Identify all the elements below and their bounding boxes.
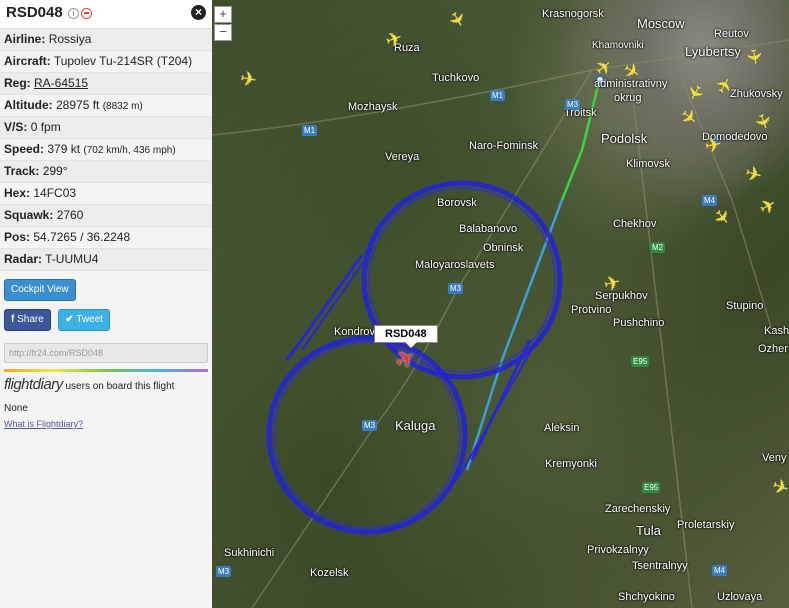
panel-header: RSD048 i × bbox=[0, 0, 212, 29]
highway-badge: E95 bbox=[631, 356, 650, 367]
city-label: Aleksin bbox=[544, 422, 580, 434]
flight-id: RSD048 bbox=[6, 4, 63, 21]
city-label: Kremyonki bbox=[545, 458, 597, 470]
city-label: Shchyokino bbox=[618, 591, 675, 603]
squawk-row: Squawk: 2760 bbox=[0, 205, 212, 227]
facebook-share-button[interactable]: f Share bbox=[4, 309, 51, 331]
zoom-in-button[interactable]: + bbox=[214, 6, 232, 23]
city-label: Chekhov bbox=[613, 218, 657, 230]
highway-badge: M3 bbox=[448, 283, 464, 294]
city-label: Balabanovo bbox=[459, 223, 518, 235]
city-label: Vereya bbox=[385, 151, 420, 163]
speed-value: 379 kt bbox=[47, 142, 81, 156]
city-label: Naro-Fominsk bbox=[469, 140, 539, 152]
zoom-controls: + − bbox=[214, 6, 232, 42]
city-label: Tula bbox=[636, 523, 661, 538]
flight-details: Airline: Rossiya Aircraft: Tupolev Tu-21… bbox=[0, 29, 212, 271]
aircraft-icon[interactable]: ✈ bbox=[703, 134, 723, 159]
altitude-metric: (8832 m) bbox=[102, 101, 143, 112]
highway-badge: M3 bbox=[216, 566, 232, 577]
highway-badge: E95 bbox=[642, 482, 661, 493]
vs-row: V/S: 0 fpm bbox=[0, 117, 212, 139]
city-label: Kash bbox=[764, 325, 789, 337]
city-label: Borovsk bbox=[437, 197, 477, 209]
city-label: Mozhaysk bbox=[348, 101, 398, 113]
city-label: Obninsk bbox=[483, 242, 524, 254]
city-label: Proletarskiy bbox=[677, 519, 735, 531]
aircraft-value: Tupolev Tu-214SR (T204) bbox=[53, 54, 193, 68]
cockpit-view-button[interactable]: Cockpit View bbox=[4, 279, 76, 301]
city-label: okrug bbox=[614, 92, 642, 104]
flight-callout[interactable]: RSD048 bbox=[374, 325, 438, 348]
city-label: Zarechenskiy bbox=[605, 503, 671, 515]
city-label: Khamovniki bbox=[592, 40, 644, 51]
speed-conversions: (702 km/h, 436 mph) bbox=[83, 145, 176, 156]
highway-badge: M3 bbox=[362, 420, 378, 431]
tweet-button[interactable]: ✔ Tweet bbox=[58, 309, 110, 331]
flightdiary-row: flightdiary users on board this flight bbox=[0, 372, 212, 398]
radar-value: T-UUMU4 bbox=[45, 252, 99, 266]
track-row: Track: 299° bbox=[0, 161, 212, 183]
info-icon[interactable]: i bbox=[68, 8, 79, 19]
action-buttons: Cockpit View f Share ✔ Tweet bbox=[0, 271, 212, 337]
alert-icon[interactable] bbox=[81, 8, 92, 19]
city-label: Lyubertsy bbox=[685, 44, 741, 59]
altitude-value: 28975 ft bbox=[56, 98, 100, 112]
aircraft-icon[interactable]: ✈ bbox=[741, 47, 766, 67]
reg-link[interactable]: RA-64515 bbox=[34, 76, 88, 90]
flightdiary-logo: flightdiary bbox=[4, 376, 63, 393]
twitter-icon: ✔ bbox=[65, 314, 74, 325]
radar-row: Radar: T-UUMU4 bbox=[0, 249, 212, 271]
altitude-row: Altitude: 28975 ft (8832 m) bbox=[0, 95, 212, 117]
aircraft-icon[interactable]: ✈ bbox=[238, 68, 258, 93]
squawk-value: 2760 bbox=[56, 208, 84, 222]
city-label: Klimovsk bbox=[626, 158, 671, 170]
position-value: 54.7265 / 36.2248 bbox=[33, 230, 131, 244]
close-icon[interactable]: × bbox=[191, 5, 206, 20]
city-label: Kaluga bbox=[395, 418, 436, 433]
city-label: Podolsk bbox=[601, 131, 648, 146]
airline-value: Rossiya bbox=[48, 32, 92, 46]
city-label: Reutov bbox=[714, 28, 749, 40]
flight-info-panel: RSD048 i × Airline: Rossiya Aircraft: Tu… bbox=[0, 0, 213, 608]
city-label: Krasnogorsk bbox=[542, 8, 604, 20]
city-label: Privokzalnyy bbox=[587, 544, 649, 556]
map-view[interactable]: + − Krasnogorsk Moscow Reutov Ruza Khamo… bbox=[212, 0, 789, 608]
city-label: Stupino bbox=[726, 300, 764, 312]
position-row: Pos: 54.7265 / 36.2248 bbox=[0, 227, 212, 249]
aircraft-row: Aircraft: Tupolev Tu-214SR (T204) bbox=[0, 51, 212, 73]
speed-row: Speed: 379 kt (702 km/h, 436 mph) bbox=[0, 139, 212, 161]
highway-badge: M1 bbox=[302, 125, 318, 136]
hex-row: Hex: 14FC03 bbox=[0, 183, 212, 205]
city-label: Tuchkovo bbox=[432, 72, 480, 84]
city-label: Maloyaroslavets bbox=[415, 259, 495, 271]
track-value: 299° bbox=[42, 164, 68, 178]
highway-badge: M2 bbox=[650, 242, 666, 253]
flightdiary-link[interactable]: What is Flightdiary? bbox=[0, 419, 212, 429]
city-label: Sukhinichi bbox=[224, 547, 275, 559]
share-url-field[interactable]: http://fr24.com/RSD048 bbox=[4, 343, 208, 363]
facebook-icon: f bbox=[11, 314, 15, 325]
city-label: Zhukovsky bbox=[730, 88, 783, 100]
city-label: Ozher bbox=[758, 343, 788, 355]
city-label: Pushchino bbox=[613, 317, 665, 329]
highway-badge: M1 bbox=[490, 90, 506, 101]
highway-badge: M4 bbox=[712, 565, 728, 576]
city-label: Kozelsk bbox=[310, 567, 349, 579]
city-label: Moscow bbox=[637, 16, 685, 31]
zoom-out-button[interactable]: − bbox=[214, 24, 232, 41]
flightdiary-none: None bbox=[4, 403, 28, 414]
highway-badge: M3 bbox=[565, 99, 581, 110]
airline-row: Airline: Rossiya bbox=[0, 29, 212, 51]
city-label: Veny bbox=[762, 452, 787, 464]
hex-value: 14FC03 bbox=[33, 186, 77, 200]
flightdiary-caption: users on board this flight bbox=[65, 381, 175, 392]
vs-value: 0 fpm bbox=[30, 120, 61, 134]
city-label: Protvino bbox=[571, 304, 612, 316]
city-label: Uzlovaya bbox=[717, 591, 763, 603]
reg-row: Reg: RA-64515 bbox=[0, 73, 212, 95]
highway-badge: M4 bbox=[702, 195, 718, 206]
city-label: Tsentralnyy bbox=[632, 560, 688, 572]
